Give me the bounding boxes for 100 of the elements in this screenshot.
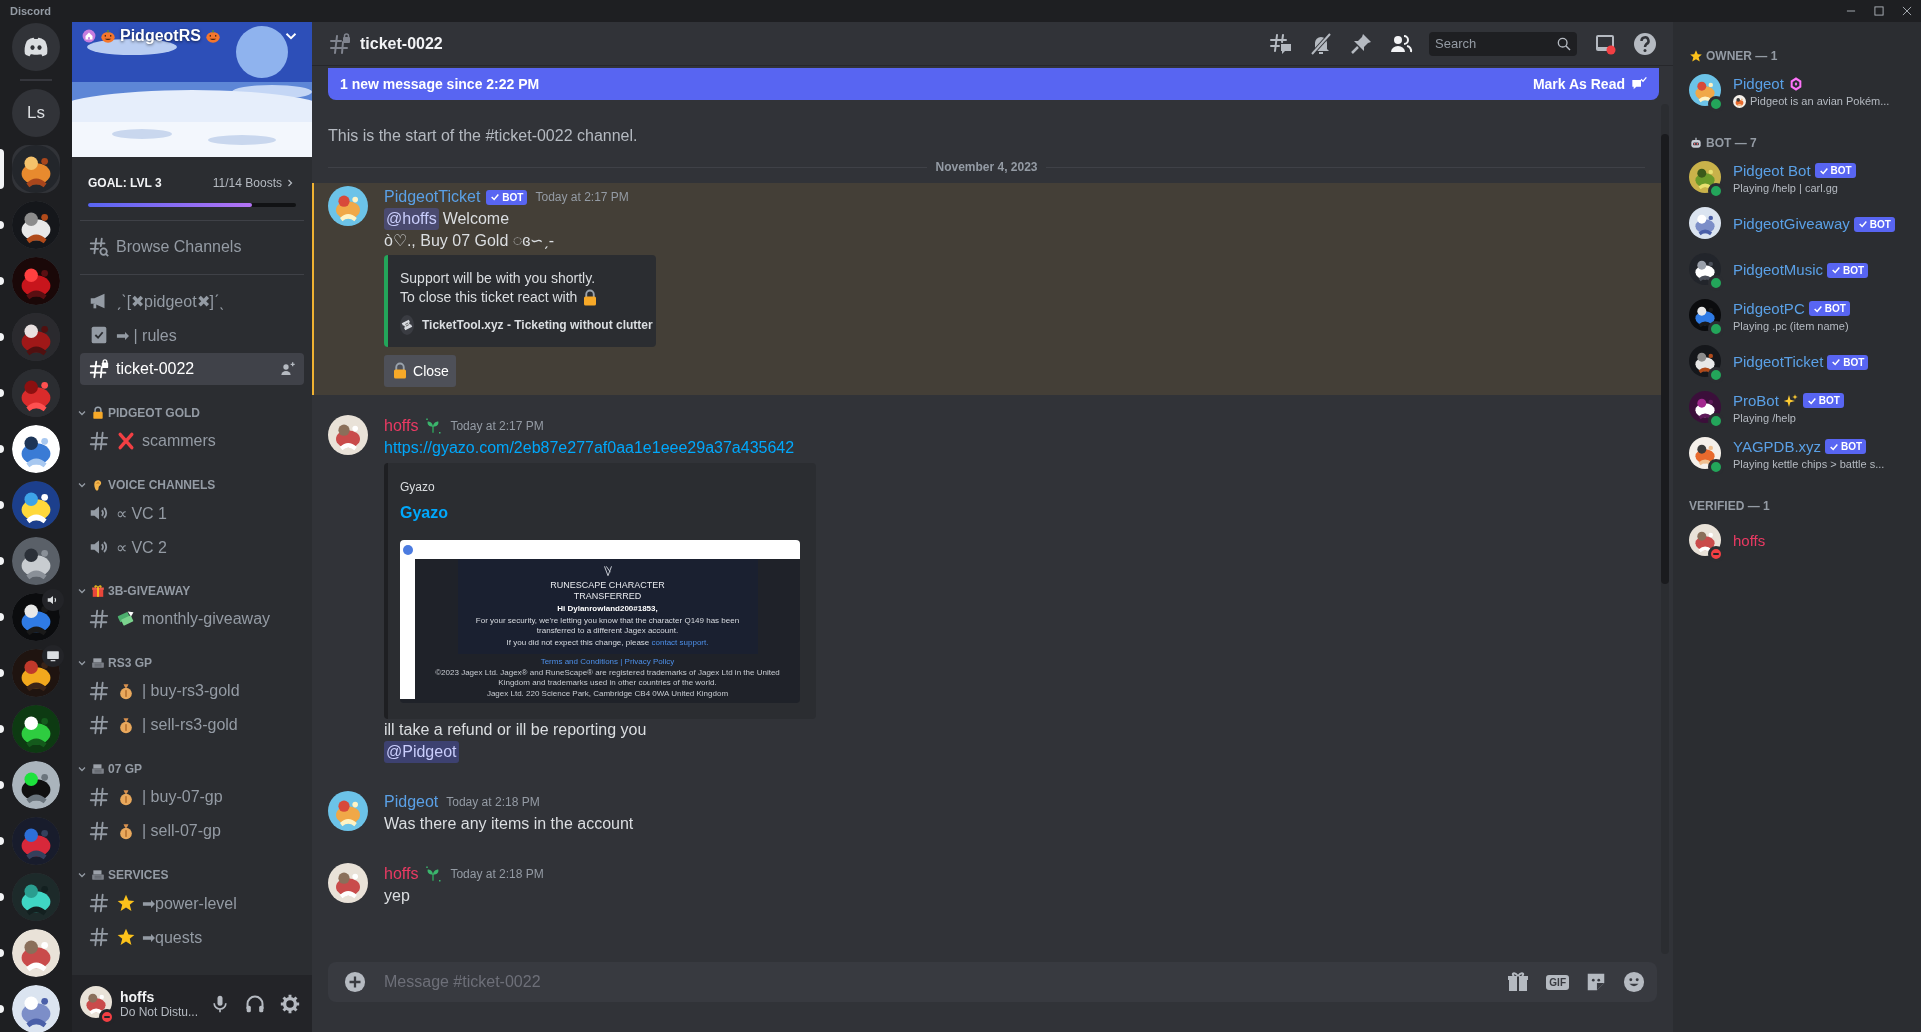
category-header[interactable]: 07 GP (72, 757, 151, 781)
settings-icon (280, 993, 301, 1014)
bot-label: BOT (1824, 303, 1846, 314)
maximize-icon (1872, 4, 1886, 18)
sender-avatar (403, 544, 413, 555)
gif-button[interactable]: GIF (1546, 974, 1569, 990)
message-field[interactable]: Message #ticket-0022 GIF (328, 962, 1657, 1002)
member-item[interactable]: PidgeotMusic BOT (1681, 248, 1921, 292)
server-icon[interactable] (12, 929, 60, 977)
member-activity: Playing kettle chips > battle s... (1733, 456, 1885, 472)
search-field[interactable]: Search (1429, 31, 1577, 56)
server-name[interactable]: PidgeotRS (120, 27, 201, 45)
server-icon[interactable]: Ls (12, 89, 60, 137)
category-header[interactable]: RS3 GP (72, 651, 160, 675)
server-icon[interactable] (12, 537, 60, 585)
server-icon[interactable] (12, 313, 60, 361)
email-link[interactable]: contact support. (651, 638, 709, 647)
check-icon (1818, 165, 1829, 176)
member-name: YAGPDB.xyz (1733, 436, 1822, 457)
add-attachment-button[interactable] (344, 971, 366, 993)
author-name[interactable]: PidgeotTicket (384, 188, 481, 206)
category-header[interactable]: SERVICES (72, 863, 177, 887)
channel-item[interactable]: ˏˋ[✖pidgeot✖]ˊˎ (80, 285, 304, 317)
boost-goal: GOAL: LVL 3 (88, 176, 162, 190)
new-messages-bar[interactable]: 1 new message since 2:22 PM Mark As Read (328, 68, 1659, 100)
embed-title[interactable]: Gyazo (400, 503, 800, 523)
sticker-button[interactable] (1585, 971, 1607, 993)
scrollbar[interactable] (1661, 104, 1669, 954)
message-input[interactable]: Message #ticket-0022 (382, 972, 1491, 992)
category-header[interactable]: PIDGEOT GOLD (72, 401, 208, 425)
member-item[interactable]: Pidgeot Pidgeot is an avian Pokém... (1681, 69, 1921, 113)
server-icon[interactable] (12, 985, 60, 1032)
message-link[interactable]: https://gyazo.com/2eb87e277af0aa1e1eee29a37a435642 (384, 437, 795, 459)
server-icon[interactable] (12, 705, 60, 753)
gift-button[interactable] (1506, 970, 1531, 994)
embed-text: To close this ticket react with (400, 288, 578, 307)
member-item[interactable]: PidgeotGiveaway BOT (1681, 202, 1921, 246)
member-name: PidgeotMusic (1733, 260, 1824, 280)
hash-icon (88, 680, 110, 702)
mention[interactable]: @Pidgeot (384, 741, 459, 763)
user-name: hoffs (120, 988, 156, 1005)
browse-channels[interactable]: Browse Channels (80, 231, 304, 263)
check-icon (1829, 441, 1840, 452)
channel-item[interactable]: ticket-0022 (80, 353, 304, 385)
channel-item[interactable]: ➡power-level (80, 887, 304, 919)
member-item[interactable]: PidgeotTicket BOT (1681, 340, 1921, 384)
add-member-icon[interactable] (280, 361, 296, 377)
notifications-button[interactable] (1309, 31, 1333, 56)
bot-label: BOT (1869, 218, 1891, 230)
channel-item[interactable]: | buy-rs3-gold (80, 675, 304, 707)
member-item[interactable]: YAGPDB.xyz BOT Playing kettle chips > battle s... (1681, 432, 1921, 476)
pinned-button[interactable] (1349, 31, 1373, 56)
member-item[interactable]: PidgeotPC BOT Playing .pc (item name) (1681, 294, 1921, 338)
close-ticket-button[interactable]: Close (384, 355, 456, 387)
sprout-icon (424, 417, 443, 435)
email-screenshot[interactable] (400, 540, 800, 703)
help-button[interactable] (1633, 31, 1657, 56)
channel-item[interactable]: monthly-giveaway (80, 603, 304, 635)
category-header[interactable]: 3B-GIVEAWAY (72, 579, 199, 603)
server-icon[interactable] (12, 201, 60, 249)
channel-item[interactable]: scammers (80, 425, 304, 457)
server-icon[interactable] (12, 425, 60, 473)
author-name[interactable]: hoffs (384, 865, 419, 883)
threads-button[interactable] (1269, 31, 1293, 56)
mark-as-read-button[interactable]: Mark As Read (1532, 76, 1647, 92)
mention[interactable]: @hoffs (384, 208, 439, 230)
server-icon[interactable] (12, 481, 60, 529)
server-icon[interactable] (12, 873, 60, 921)
channel-item[interactable]: | sell-07-gp (80, 815, 304, 847)
hash-icon (88, 608, 110, 630)
email-legal: ©2023 Jagex Ltd. Jagex® and RuneScape® are registered trademarks of Jagex Ltd in the United Kingdom and trademarks used in other countries of the world. (434, 668, 781, 688)
channel-item[interactable]: ➡ | rules (80, 319, 304, 351)
embed-text: Support will be with you shortly. (400, 269, 596, 288)
member-name: Pidgeot (1733, 73, 1784, 94)
channel-item[interactable]: ➡quests (80, 921, 304, 953)
boosts-link[interactable]: 11/14 Boosts (212, 176, 296, 190)
server-icon[interactable] (12, 145, 60, 193)
channel-item[interactable]: ∝ VC 2 (80, 531, 304, 563)
star-icon (116, 927, 136, 947)
bot-label: BOT (1818, 395, 1840, 406)
author-name[interactable]: Pidgeot (384, 793, 439, 811)
smiley-icon (1623, 971, 1645, 993)
member-item[interactable]: ProBot BOT Playing /help (1681, 386, 1921, 430)
locked-hash-icon (328, 31, 352, 56)
channel-item[interactable]: | sell-rs3-gold (80, 709, 304, 741)
server-icon[interactable] (12, 761, 60, 809)
email-links[interactable]: Terms and Conditions | Privacy Policy (540, 657, 675, 667)
email-text: For your security, we're letting you know that the character Q149 has been transferred to a different Jagex account. (474, 616, 741, 636)
member-item[interactable]: Pidgeot Bot BOT Playing /help | carl.gg (1681, 156, 1921, 200)
author-name[interactable]: hoffs (384, 417, 419, 435)
home-button[interactable] (12, 23, 60, 71)
channel-item[interactable]: ∝ VC 1 (80, 497, 304, 529)
check-icon (1857, 219, 1868, 229)
member-name: PidgeotGiveaway (1733, 214, 1850, 234)
member-item[interactable]: hoffs (1681, 519, 1921, 563)
emoji-button[interactable] (1623, 971, 1645, 993)
message-time: Today at 2:17 PM (450, 419, 544, 433)
cross-icon (116, 431, 136, 451)
channel-item[interactable]: | buy-07-gp (80, 781, 304, 813)
category-header[interactable]: VOICE CHANNELS (72, 473, 224, 497)
